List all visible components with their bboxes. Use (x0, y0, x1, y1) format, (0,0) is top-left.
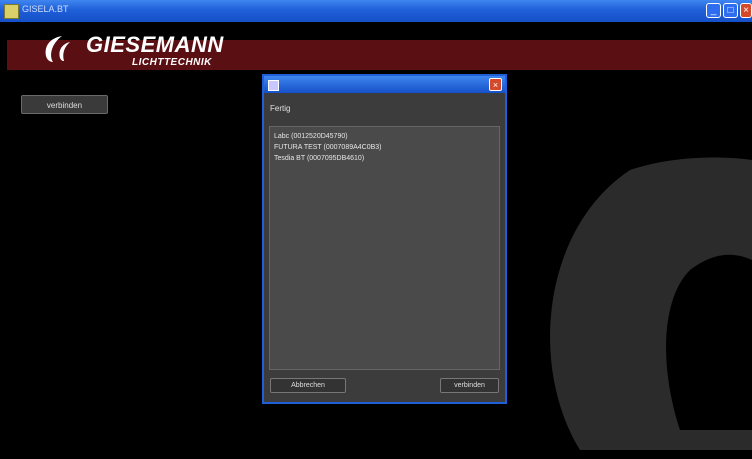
app-icon (4, 4, 19, 19)
close-button[interactable]: × (740, 3, 752, 18)
dialog-titlebar: × (264, 76, 505, 93)
device-dialog: × Fertig Labc (0012520D45790) FUTURA TES… (262, 74, 507, 404)
brand-subtitle: LICHTTECHNIK (132, 57, 212, 68)
dialog-connect-button[interactable]: verbinden (440, 378, 499, 393)
dialog-icon (268, 80, 279, 91)
window-titlebar: GISELA.BT _ □ × (0, 0, 752, 22)
device-list-item[interactable]: Tesdia BT (0007095DB4610) (270, 153, 499, 164)
device-list-item[interactable]: Labc (0012520D45790) (270, 131, 499, 142)
window-title: GISELA.BT (22, 4, 69, 14)
decorative-arc-graphic (550, 157, 752, 450)
logo-mark-icon (45, 36, 70, 62)
cancel-button[interactable]: Abbrechen (270, 378, 346, 393)
connect-button[interactable]: verbinden (21, 95, 108, 114)
dialog-close-button[interactable]: × (489, 78, 502, 91)
device-list[interactable]: Labc (0012520D45790) FUTURA TEST (000708… (269, 126, 500, 370)
maximize-button[interactable]: □ (723, 3, 738, 18)
minimize-button[interactable]: _ (706, 3, 721, 18)
brand-logo: GIESEMANN LICHTTECHNIK (40, 28, 240, 78)
dialog-status: Fertig (270, 104, 291, 113)
device-list-item[interactable]: FUTURA TEST (0007089A4C0B3) (270, 142, 499, 153)
brand-name: GIESEMANN (86, 32, 224, 57)
